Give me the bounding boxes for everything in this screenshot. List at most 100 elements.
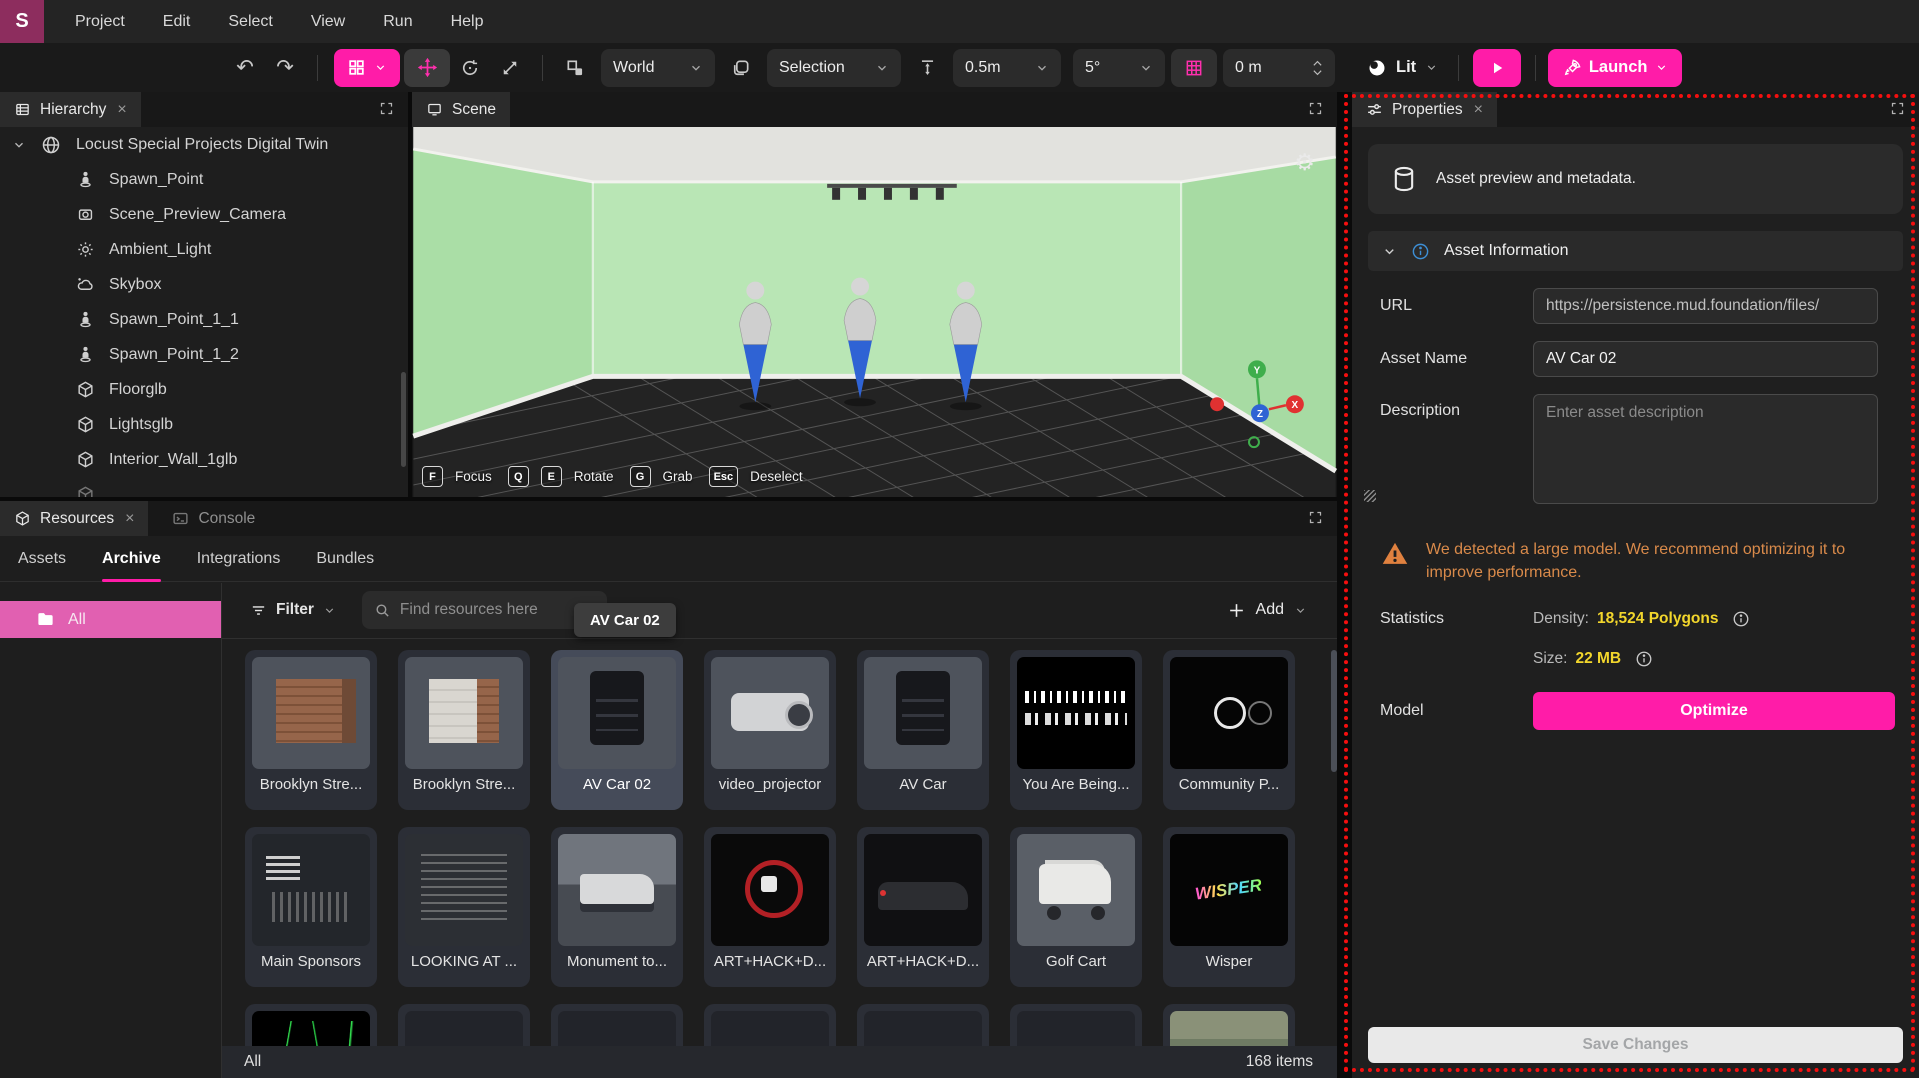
add-button[interactable]: Add: [1227, 601, 1307, 620]
play-button[interactable]: [1473, 49, 1521, 87]
tree-item[interactable]: Spawn_Point: [0, 162, 408, 197]
tree-item[interactable]: Skybox: [0, 267, 408, 302]
asset-tile[interactable]: [857, 1004, 989, 1046]
parenting-button[interactable]: [555, 49, 595, 87]
asset-tile[interactable]: You Are Being...: [1010, 650, 1142, 810]
filter-button[interactable]: Filter: [250, 601, 336, 619]
parenting-icon: [565, 58, 585, 78]
asset-tile[interactable]: [1163, 1004, 1295, 1046]
subtab-archive[interactable]: Archive: [102, 536, 161, 582]
save-changes-button[interactable]: Save Changes: [1368, 1027, 1903, 1063]
tree-item-partial[interactable]: [0, 477, 408, 497]
close-icon[interactable]: ×: [125, 510, 134, 528]
layout-grid-button[interactable]: [334, 49, 400, 87]
move-snap-select[interactable]: 0.5m: [953, 49, 1061, 87]
asset-tile[interactable]: [704, 1004, 836, 1046]
redo-button[interactable]: ↷: [265, 49, 305, 87]
tree-item[interactable]: Floorglb: [0, 372, 408, 407]
asset-tile[interactable]: Brooklyn Stre...: [398, 650, 530, 810]
close-icon[interactable]: ×: [1474, 101, 1483, 119]
asset-tile[interactable]: Main Sponsors: [245, 827, 377, 987]
asset-tile[interactable]: [551, 1004, 683, 1046]
menu-project[interactable]: Project: [75, 13, 125, 31]
asset-tile-selected[interactable]: AV Car 02: [551, 650, 683, 810]
asset-tile[interactable]: video_projector: [704, 650, 836, 810]
menu-view[interactable]: View: [311, 13, 345, 31]
scene-viewport[interactable]: Y X Z ⚙ F Focus Q E Rotate G Grab Esc De…: [412, 127, 1337, 497]
tree-item[interactable]: Spawn_Point_1_2: [0, 337, 408, 372]
snap-grid-button[interactable]: [1171, 49, 1217, 87]
asset-thumbnail: [1017, 834, 1135, 946]
render-mode-select[interactable]: Lit: [1367, 58, 1438, 78]
menu-run[interactable]: Run: [383, 13, 412, 31]
tab-label: Console: [198, 510, 255, 528]
search-input[interactable]: [400, 601, 570, 619]
drop-to-floor-button[interactable]: [907, 49, 947, 87]
chevron-down-icon: [689, 61, 703, 75]
expand-icon[interactable]: [379, 101, 394, 116]
transform-space-select[interactable]: World: [601, 49, 715, 87]
stepper-arrows[interactable]: [1312, 59, 1323, 77]
asset-tile[interactable]: ART+HACK+D...: [704, 827, 836, 987]
asset-name-field[interactable]: [1533, 341, 1878, 377]
description-field[interactable]: [1533, 394, 1878, 504]
asset-grid-scrollbar[interactable]: [1331, 650, 1337, 772]
tab-resources[interactable]: Resources ×: [0, 501, 148, 536]
optimize-button[interactable]: Optimize: [1533, 692, 1895, 730]
menu-select[interactable]: Select: [228, 13, 272, 31]
filter-icon: [250, 602, 267, 619]
app-logo[interactable]: S: [0, 0, 44, 43]
resource-search[interactable]: [362, 591, 607, 629]
pivot-select[interactable]: Selection: [767, 49, 901, 87]
info-icon[interactable]: [1635, 650, 1653, 668]
asset-information-header[interactable]: Asset Information: [1368, 231, 1903, 271]
tree-item[interactable]: Spawn_Point_1_1: [0, 302, 408, 337]
chevron-down-icon: [1294, 604, 1307, 617]
subtab-bundles[interactable]: Bundles: [316, 536, 374, 582]
tree-item-root[interactable]: Locust Special Projects Digital Twin: [0, 127, 408, 162]
asset-area: Filter Add AV Car 02 Brooklyn Stre... Br…: [222, 583, 1337, 1078]
rotate-tool-button[interactable]: [450, 49, 490, 87]
info-icon[interactable]: [1732, 610, 1750, 628]
url-field[interactable]: [1533, 288, 1878, 324]
close-icon[interactable]: ×: [117, 101, 126, 119]
viewport-settings-gear-icon[interactable]: ⚙: [1294, 149, 1315, 176]
asset-tile[interactable]: Brooklyn Stre...: [245, 650, 377, 810]
tab-hierarchy[interactable]: Hierarchy ×: [0, 92, 141, 127]
subtab-integrations[interactable]: Integrations: [197, 536, 281, 582]
tab-scene[interactable]: Scene: [412, 92, 510, 127]
expand-icon[interactable]: [1308, 510, 1323, 525]
asset-tile[interactable]: Community P...: [1163, 650, 1295, 810]
tree-item[interactable]: Scene_Preview_Camera: [0, 197, 408, 232]
hierarchy-scrollbar[interactable]: [401, 372, 406, 467]
asset-tile[interactable]: [398, 1004, 530, 1046]
expand-icon[interactable]: [1890, 101, 1905, 116]
asset-tile[interactable]: WISPERWisper: [1163, 827, 1295, 987]
menu-edit[interactable]: Edit: [163, 13, 191, 31]
asset-tile[interactable]: [245, 1004, 377, 1046]
asset-tile[interactable]: AV Car: [857, 650, 989, 810]
launch-button[interactable]: Launch: [1548, 49, 1682, 87]
asset-tile[interactable]: [1010, 1004, 1142, 1046]
asset-tile[interactable]: Golf Cart: [1010, 827, 1142, 987]
folder-item-all[interactable]: All: [0, 601, 221, 638]
asset-tile[interactable]: ART+HACK+D...: [857, 827, 989, 987]
tab-properties[interactable]: Properties ×: [1352, 92, 1497, 127]
rotate-snap-select[interactable]: 5°: [1073, 49, 1165, 87]
asset-tile[interactable]: Monument to...: [551, 827, 683, 987]
asset-tile[interactable]: LOOKING AT ...: [398, 827, 530, 987]
resize-handle[interactable]: [1364, 490, 1376, 502]
subtab-assets[interactable]: Assets: [18, 536, 66, 582]
bounds-button[interactable]: [721, 49, 761, 87]
url-label: URL: [1380, 297, 1533, 315]
tab-console[interactable]: Console: [158, 501, 269, 536]
move-tool-button[interactable]: [404, 49, 450, 87]
tree-item[interactable]: Interior_Wall_1glb: [0, 442, 408, 477]
scale-tool-button[interactable]: [490, 49, 530, 87]
menu-help[interactable]: Help: [451, 13, 484, 31]
undo-button[interactable]: ↶: [225, 49, 265, 87]
elevation-stepper[interactable]: 0 m: [1223, 49, 1335, 87]
tree-item[interactable]: Lightsglb: [0, 407, 408, 442]
expand-icon[interactable]: [1308, 101, 1323, 116]
tree-item[interactable]: Ambient_Light: [0, 232, 408, 267]
